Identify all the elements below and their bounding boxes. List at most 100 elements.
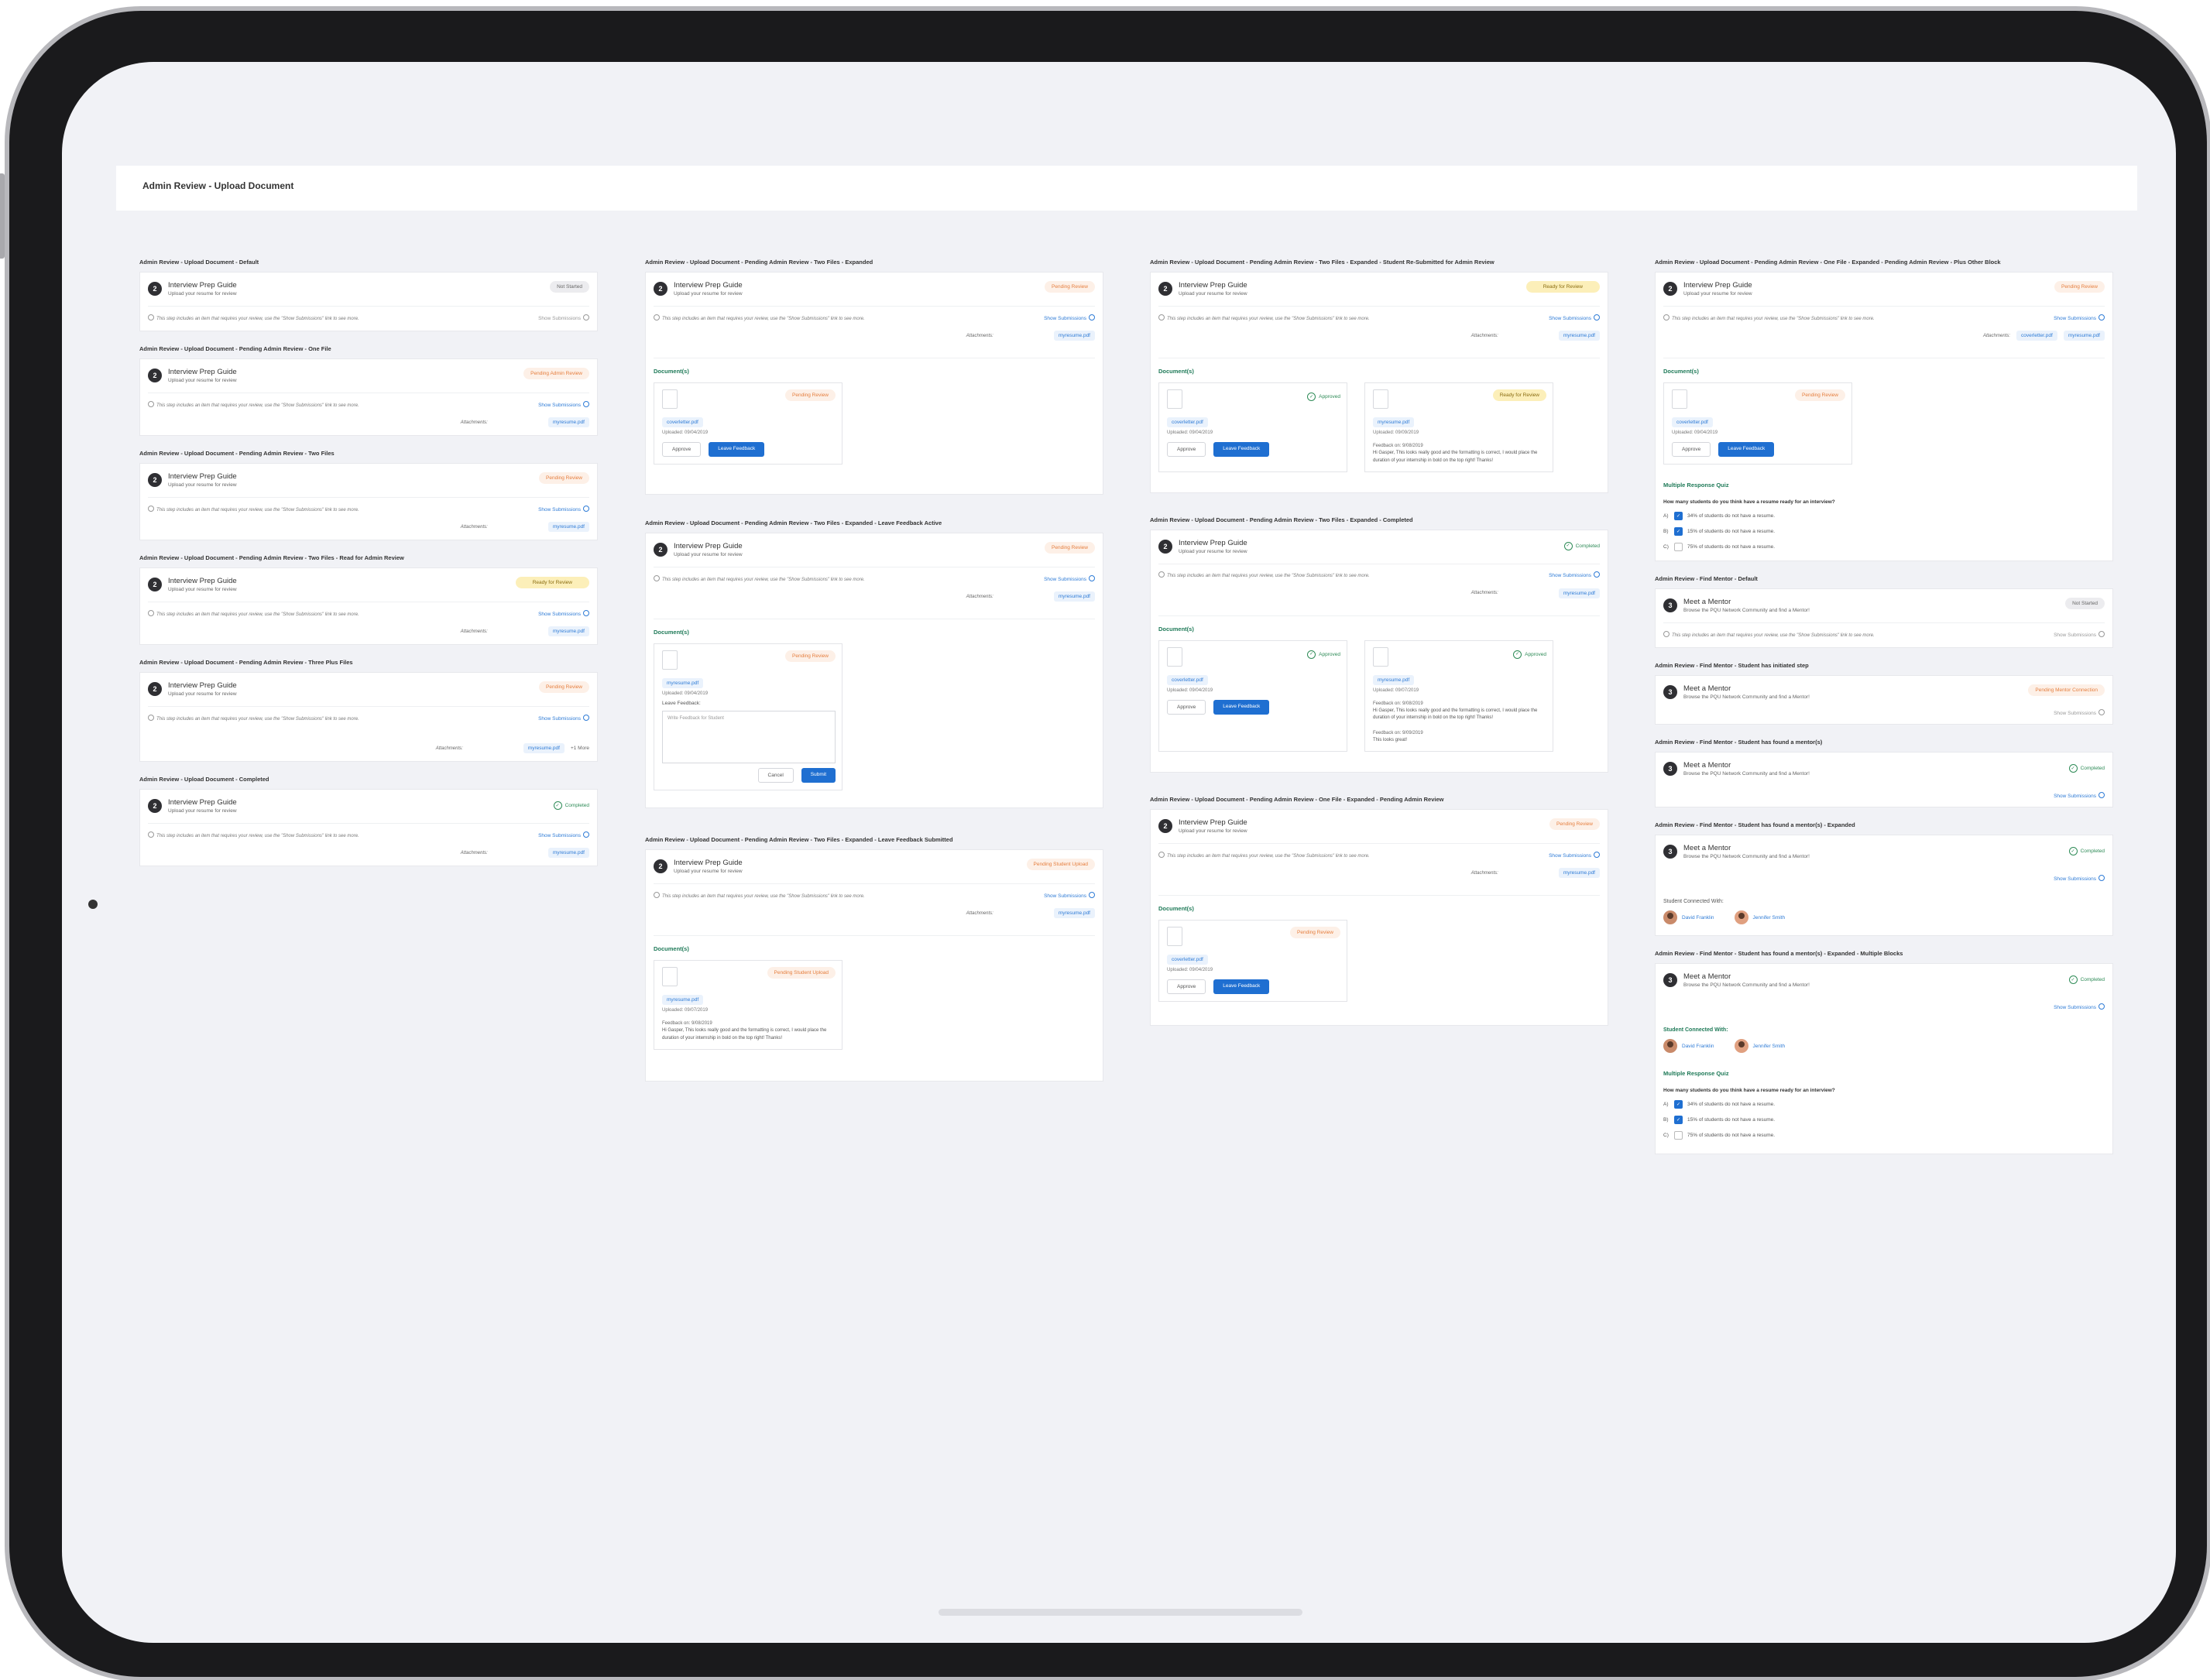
file-icon	[662, 650, 678, 670]
show-submissions-link[interactable]: Show Submissions	[1044, 314, 1095, 321]
show-submissions-link[interactable]: Show Submissions	[538, 314, 589, 321]
show-submissions-link[interactable]: Show Submissions	[538, 831, 589, 838]
approve-button[interactable]: Approve	[1672, 442, 1711, 457]
check-circle-icon: ✓	[2068, 847, 2078, 855]
file-chip[interactable]: myresume.pdf	[1373, 417, 1415, 427]
person-link[interactable]: Jennifer Smith	[1734, 1039, 1785, 1053]
step-number: 2	[654, 859, 667, 873]
file-chip[interactable]: myresume.pdf	[1053, 591, 1095, 602]
submit-button[interactable]: Submit	[801, 768, 836, 783]
status-badge: ✓ Completed	[1563, 539, 1600, 554]
documents-section: Document(s) Pending Review coverletter.p…	[1158, 895, 1600, 1003]
file-chip[interactable]: coverletter.pdf	[662, 417, 703, 427]
card-subtitle: Browse the PQU Network Community and fin…	[1683, 694, 1810, 700]
person-link[interactable]: David Franklin	[1663, 910, 1714, 924]
file-icon	[1167, 389, 1182, 409]
file-chip[interactable]: myresume.pdf	[547, 626, 589, 636]
quiz-option: C) 75% of students do not have a resume.	[1663, 543, 1776, 551]
file-chip[interactable]: coverletter.pdf	[1167, 955, 1208, 965]
show-submissions-link[interactable]: Show Submissions	[2054, 314, 2105, 321]
show-submissions-link[interactable]: Show Submissions	[1044, 891, 1095, 899]
file-chip[interactable]: myresume.pdf	[1373, 674, 1415, 685]
documents-section: Document(s) Pending Review coverletter.p…	[1663, 358, 2105, 465]
card-header: 2 Interview Prep Guide Upload your resume …	[148, 368, 589, 388]
leave-feedback-button[interactable]: Leave Feedback	[1213, 699, 1270, 715]
more-files-link[interactable]: +1 More	[571, 746, 589, 751]
show-submissions-link[interactable]: Show Submissions	[1549, 571, 1600, 578]
info-row: This step includes an item that requires…	[1663, 306, 2105, 323]
person-link[interactable]: Jennifer Smith	[1734, 910, 1785, 924]
file-chip[interactable]: myresume.pdf	[523, 743, 565, 753]
file-chip[interactable]: coverletter.pdf	[1672, 417, 1713, 427]
card-subtitle: Upload your resume for review	[168, 482, 237, 488]
info-text: This step includes an item that requires…	[662, 316, 865, 321]
approve-button[interactable]: Approve	[1167, 699, 1206, 715]
feedback-textarea[interactable]: Write Feedback for Student	[662, 711, 836, 763]
leave-feedback-button[interactable]: Leave Feedback	[1718, 442, 1775, 457]
step-number: 2	[148, 473, 162, 487]
show-submissions-link[interactable]: Show Submissions	[2054, 792, 2105, 799]
show-submissions-link[interactable]: Show Submissions	[538, 609, 589, 617]
info-icon	[654, 314, 660, 321]
approve-button[interactable]: Approve	[1167, 979, 1206, 995]
info-row: This step includes an item that requires…	[148, 706, 589, 723]
show-submissions-link[interactable]: Show Submissions	[1044, 574, 1095, 582]
section: Admin Review - Upload Document - Complet…	[139, 776, 598, 866]
file-chip[interactable]: myresume.pdf	[1558, 868, 1600, 879]
show-submissions-link[interactable]: Show Submissions	[1549, 851, 1600, 859]
documents-section: Document(s) Pending Review coverletter.p…	[654, 358, 1095, 465]
file-chip[interactable]: myresume.pdf	[1053, 908, 1095, 918]
file-chip[interactable]: myresume.pdf	[1053, 331, 1095, 341]
show-submissions-link[interactable]: Show Submissions	[538, 505, 589, 513]
file-chip[interactable]: coverletter.pdf	[1167, 674, 1208, 685]
file-chip[interactable]: myresume.pdf	[662, 678, 704, 688]
checkbox-checked[interactable]: ✓	[1674, 512, 1683, 520]
leave-feedback-button[interactable]: Leave Feedback	[1213, 979, 1270, 995]
file-chip[interactable]: coverletter.pdf	[1167, 417, 1208, 427]
file-chip[interactable]: myresume.pdf	[662, 995, 704, 1005]
show-submissions-link[interactable]: Show Submissions	[2054, 875, 2105, 882]
checkbox-checked[interactable]: ✓	[1674, 1100, 1683, 1109]
show-submissions-link[interactable]: Show Submissions	[2054, 630, 2105, 638]
quiz-title: Multiple Response Quiz	[1663, 1070, 1729, 1077]
file-chip[interactable]: myresume.pdf	[547, 848, 589, 858]
document-card: ✓ Approved myresume.pdf Uploaded: 09/07/2…	[1364, 639, 1553, 753]
step-number: 2	[148, 369, 162, 382]
file-chip[interactable]: myresume.pdf	[1558, 331, 1600, 341]
leave-feedback-button[interactable]: Leave Feedback	[1213, 442, 1270, 457]
status-badge: Pending Review	[1045, 281, 1095, 293]
show-submissions-link[interactable]: Show Submissions	[538, 400, 589, 408]
approve-button[interactable]: Approve	[1167, 442, 1206, 457]
show-submissions-link[interactable]: Show Submissions	[538, 714, 589, 722]
card-title: Interview Prep Guide	[674, 859, 743, 867]
file-chip[interactable]: myresume.pdf	[547, 522, 589, 532]
show-submissions-link[interactable]: Show Submissions	[2054, 1003, 2105, 1010]
info-text: This step includes an item that requires…	[156, 716, 359, 722]
file-chip[interactable]: myresume.pdf	[547, 417, 589, 427]
upload-date: Uploaded: 09/04/2019	[662, 691, 709, 696]
info-text: This step includes an item that requires…	[156, 403, 359, 408]
info-row: This step includes an item that requires…	[1158, 843, 1600, 860]
checkbox-checked[interactable]: ✓	[1674, 1116, 1683, 1124]
person-link[interactable]: David Franklin	[1663, 1039, 1714, 1053]
card-title: Interview Prep Guide	[1683, 281, 1752, 290]
show-submissions-link[interactable]: Show Submissions	[2054, 709, 2105, 716]
tablet-frame: Admin Review - Upload Document Admin Rev…	[0, 11, 2207, 1677]
file-chip[interactable]: myresume.pdf	[2063, 331, 2105, 341]
show-submissions-link[interactable]: Show Submissions	[1549, 314, 1600, 321]
checkbox[interactable]	[1674, 1131, 1683, 1140]
attachments-row: Attachments: myresume.pdf	[1158, 331, 1600, 341]
file-chip[interactable]: myresume.pdf	[1558, 588, 1600, 598]
status-badge: Pending Mentor Connection	[2028, 684, 2105, 696]
section-label: Admin Review - Upload Document - Pending…	[1150, 796, 1444, 804]
document-card: Pending Review myresume.pdf Uploaded: 09…	[654, 643, 842, 790]
checkbox[interactable]	[1674, 543, 1683, 551]
approve-button[interactable]: Approve	[662, 442, 702, 457]
chevron-down-icon	[583, 831, 589, 838]
cancel-button[interactable]: Cancel	[757, 768, 794, 783]
leave-feedback-button[interactable]: Leave Feedback	[709, 442, 765, 457]
checkbox-checked[interactable]: ✓	[1674, 527, 1683, 536]
section: Admin Review - Upload Document - Pending…	[139, 450, 598, 540]
file-chip[interactable]: coverletter.pdf	[2016, 331, 2057, 341]
home-indicator[interactable]	[939, 1609, 1302, 1616]
